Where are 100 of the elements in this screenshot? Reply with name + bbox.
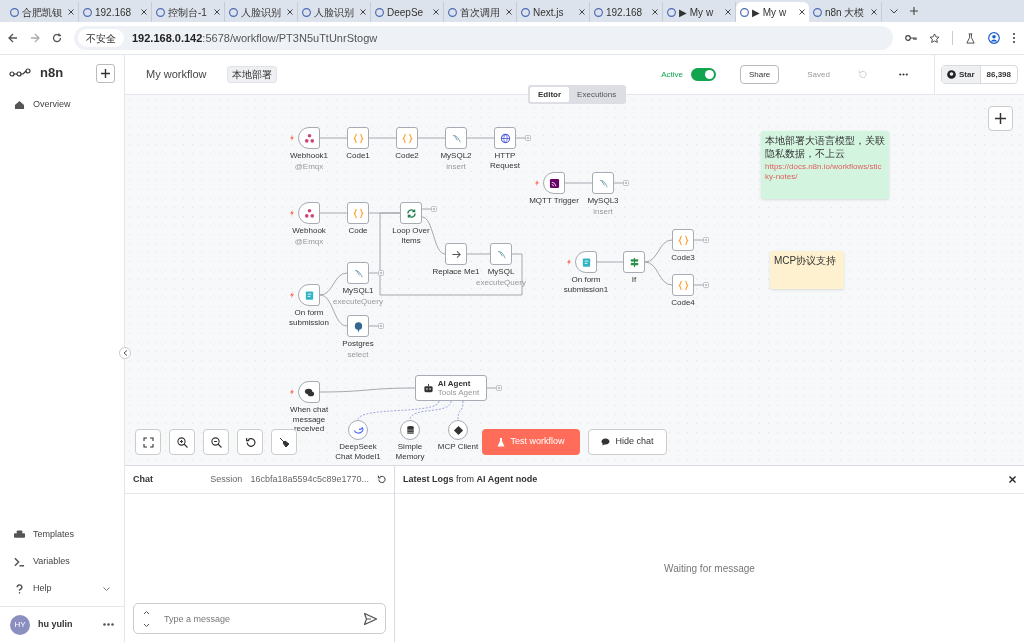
workflow-node[interactable] bbox=[448, 420, 468, 440]
hide-chat-button[interactable]: Hide chat bbox=[588, 429, 667, 455]
node-label: MCP Client bbox=[437, 442, 479, 452]
node-label: Postgres bbox=[342, 339, 374, 349]
workflow-node[interactable] bbox=[298, 284, 320, 306]
security-label[interactable]: 不安全 bbox=[78, 29, 124, 47]
workflow-node[interactable] bbox=[298, 127, 320, 149]
workflow-node[interactable] bbox=[575, 251, 597, 273]
close-icon[interactable] bbox=[871, 9, 877, 15]
add-button[interactable] bbox=[96, 63, 115, 83]
active-toggle[interactable] bbox=[690, 68, 716, 81]
workflow-node[interactable] bbox=[396, 127, 418, 149]
zoom-out-button[interactable] bbox=[203, 429, 229, 455]
menu-icon[interactable] bbox=[1012, 32, 1016, 44]
node-subtitle: executeQuery bbox=[476, 277, 526, 288]
github-star-widget[interactable]: Star 86,398 bbox=[940, 65, 1018, 84]
active-label: Active bbox=[661, 68, 683, 81]
key-icon[interactable] bbox=[905, 33, 917, 43]
close-icon[interactable] bbox=[287, 9, 293, 15]
workflow-node[interactable] bbox=[445, 127, 467, 149]
sidebar-item[interactable]: Templates bbox=[0, 521, 124, 548]
new-tab-icon[interactable] bbox=[910, 7, 918, 15]
more-icon[interactable] bbox=[898, 73, 908, 76]
flask-icon[interactable] bbox=[965, 32, 976, 44]
close-icon[interactable] bbox=[68, 9, 74, 15]
workflow-node[interactable] bbox=[400, 420, 420, 440]
workflow-node[interactable] bbox=[445, 243, 467, 265]
close-icon[interactable] bbox=[799, 9, 805, 15]
profile-icon[interactable] bbox=[988, 32, 1000, 44]
workflow-node[interactable] bbox=[348, 420, 368, 440]
workflow-node[interactable] bbox=[494, 127, 516, 149]
share-button[interactable]: Share bbox=[739, 65, 780, 84]
node-label: Code4 bbox=[671, 298, 695, 308]
favicon-icon bbox=[83, 7, 92, 17]
close-icon[interactable] bbox=[725, 9, 731, 15]
zoom-in-button[interactable] bbox=[169, 429, 195, 455]
workflow-node[interactable] bbox=[347, 127, 369, 149]
close-icon[interactable] bbox=[433, 9, 439, 15]
browser-tab[interactable]: ▶ My w bbox=[736, 2, 809, 22]
reset-icon bbox=[244, 436, 256, 448]
tab-title: 合肥凯钡 bbox=[22, 5, 63, 20]
reset-session-icon[interactable] bbox=[377, 475, 386, 484]
back-icon[interactable] bbox=[8, 33, 18, 43]
help-icon bbox=[14, 583, 25, 594]
globe-icon bbox=[499, 132, 511, 144]
close-icon[interactable] bbox=[141, 9, 147, 15]
add-node-button[interactable] bbox=[988, 106, 1013, 131]
workflow-node[interactable] bbox=[347, 202, 369, 224]
sidebar-item[interactable]: Help bbox=[0, 575, 124, 602]
favicon-icon bbox=[156, 7, 165, 17]
sticky-note[interactable]: 本地部署大语言模型，关联隐私数据，不上云 https://docs.n8n.io/workflows/sticky-notes/ bbox=[761, 131, 889, 199]
workflow-title[interactable]: My workflow bbox=[146, 66, 207, 83]
sidebar-item[interactable]: Variables bbox=[0, 548, 124, 575]
close-icon[interactable] bbox=[652, 9, 658, 15]
star-icon[interactable] bbox=[929, 32, 940, 44]
history-arrows-icon[interactable] bbox=[143, 609, 150, 629]
favicon-icon bbox=[302, 7, 311, 17]
workflow-node[interactable] bbox=[623, 251, 645, 273]
reload-icon[interactable] bbox=[52, 33, 62, 43]
workflow-node[interactable] bbox=[592, 172, 614, 194]
close-icon[interactable] bbox=[506, 9, 512, 15]
address-bar[interactable]: 不安全 192.168.0.142:5678/workflow/PT3N5uTtUnrStogw bbox=[74, 26, 893, 50]
workflow-node[interactable] bbox=[347, 315, 369, 337]
tab-list-icon[interactable] bbox=[890, 8, 898, 14]
workflow-node[interactable] bbox=[672, 229, 694, 251]
favicon-icon bbox=[375, 7, 384, 17]
more-icon[interactable] bbox=[103, 623, 114, 626]
favicon-icon bbox=[10, 7, 19, 17]
workflow-node[interactable] bbox=[400, 202, 422, 224]
close-icon[interactable] bbox=[1009, 476, 1016, 483]
sidebar-item[interactable]: Overview bbox=[0, 91, 124, 118]
database-icon bbox=[404, 424, 416, 436]
webhook-icon bbox=[303, 132, 315, 144]
tidy-up-button[interactable] bbox=[271, 429, 297, 455]
view-tab[interactable]: Executions bbox=[569, 87, 625, 102]
reset-zoom-button[interactable] bbox=[237, 429, 263, 455]
close-icon[interactable] bbox=[360, 9, 366, 15]
workflow-node[interactable] bbox=[298, 202, 320, 224]
connection-line bbox=[466, 137, 495, 139]
close-icon[interactable] bbox=[214, 9, 220, 15]
view-tab[interactable]: Editor bbox=[530, 87, 570, 102]
close-icon[interactable] bbox=[579, 9, 585, 15]
zoom-out-icon bbox=[210, 436, 222, 448]
tab-title: Next.js bbox=[533, 5, 565, 20]
workflow-node[interactable] bbox=[347, 262, 369, 284]
fit-view-button[interactable] bbox=[135, 429, 161, 455]
chevron-left-icon bbox=[122, 350, 128, 356]
message-input[interactable]: Type a message bbox=[133, 603, 386, 634]
workflow-node[interactable] bbox=[298, 381, 320, 403]
workflow-node[interactable] bbox=[543, 172, 565, 194]
workflow-node[interactable] bbox=[490, 243, 512, 265]
node-label: Code3 bbox=[671, 253, 695, 263]
workflow-node[interactable] bbox=[672, 274, 694, 296]
workflow-tag[interactable]: 本地部署 bbox=[226, 66, 277, 83]
star-count: 86,398 bbox=[985, 68, 1012, 81]
broadcast-icon bbox=[548, 177, 560, 189]
send-icon[interactable] bbox=[364, 613, 377, 625]
connection-line bbox=[319, 212, 348, 214]
workflow-node[interactable]: AI Agent Tools Agent bbox=[415, 375, 487, 401]
sticky-note[interactable]: MCP协议支持 bbox=[770, 251, 844, 289]
